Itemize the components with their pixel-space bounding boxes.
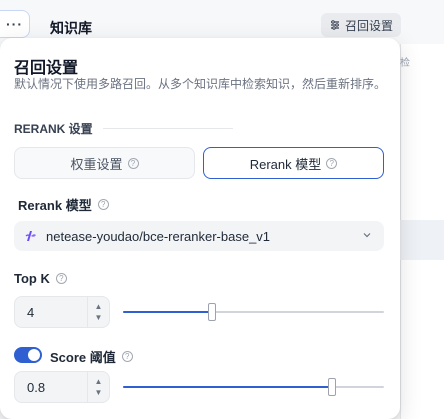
decrement-icon[interactable]: ▼ <box>95 387 103 398</box>
help-icon[interactable]: ? <box>55 273 67 284</box>
slider-fill <box>123 311 212 313</box>
right-panel-row <box>400 220 444 260</box>
score-threshold-value: 0.8 <box>27 379 46 395</box>
score-threshold-toggle[interactable] <box>14 347 42 363</box>
rerank-model-label: Rerank 模型 <box>18 198 92 213</box>
help-icon[interactable]: ? <box>326 157 338 169</box>
top-k-value: 4 <box>27 304 35 320</box>
recall-settings-popover: 召回设置 默认情况下使用多路召回。从多个知识库中检索知识，然后重新排序。 RER… <box>0 38 400 419</box>
rerank-model-value: netease-youdao/bce-reranker-base_v1 <box>46 228 271 244</box>
rerank-model-select[interactable]: netease-youdao/bce-reranker-base_v1 <box>14 221 384 251</box>
recall-settings-label: 召回设置 <box>345 18 394 33</box>
top-k-label: Top K <box>14 271 50 286</box>
slider-fill <box>123 386 332 388</box>
page-title: 知识库 <box>50 20 92 36</box>
increment-icon[interactable]: ▲ <box>95 376 103 387</box>
model-provider-logo-icon <box>25 231 36 241</box>
top-k-stepper: ▲ ▼ <box>87 297 109 327</box>
score-threshold-input[interactable]: 0.8 ▲ ▼ <box>14 371 110 403</box>
slider-thumb[interactable] <box>327 378 336 396</box>
top-k-slider[interactable] <box>123 303 384 321</box>
top-k-input[interactable]: 4 ▲ ▼ <box>14 296 110 328</box>
help-icon[interactable]: ? <box>121 351 133 362</box>
section-divider <box>102 128 233 129</box>
rerank-section-header: RERANK 设置 <box>14 120 384 137</box>
rerank-model-label-row: Rerank 模型 ? <box>18 195 109 214</box>
recall-settings-icon <box>331 20 339 30</box>
more-icon: ··· <box>6 16 23 32</box>
more-button[interactable]: ··· <box>0 10 30 38</box>
decrement-icon[interactable]: ▼ <box>95 312 103 323</box>
rerank-model-option-label: Rerank 模型 <box>249 156 322 172</box>
chevron-down-icon <box>363 233 371 238</box>
score-stepper: ▲ ▼ <box>87 372 109 402</box>
toggle-knob <box>28 349 40 361</box>
slider-thumb[interactable] <box>207 303 216 321</box>
help-icon[interactable]: ? <box>97 199 109 210</box>
rerank-model-option[interactable]: Rerank 模型 ? <box>203 147 384 179</box>
popover-title: 召回设置 <box>14 60 79 77</box>
help-icon[interactable]: ? <box>127 157 139 169</box>
score-threshold-slider[interactable] <box>123 378 384 396</box>
popover-description: 默认情况下使用多路召回。从多个知识库中检索知识，然后重新排序。 <box>14 77 387 91</box>
right-panel-text: 检 <box>400 58 410 69</box>
weight-settings-option[interactable]: 权重设置 ? <box>14 147 195 179</box>
recall-settings-button[interactable]: 召回设置 <box>321 13 402 37</box>
score-label-row: Score 阈值 ? <box>50 347 133 366</box>
score-threshold-label: Score 阈值 <box>50 350 116 365</box>
top-k-label-row: Top K ? <box>14 271 67 286</box>
rerank-section-label: RERANK 设置 <box>14 122 93 136</box>
weight-settings-label: 权重设置 <box>70 156 123 172</box>
increment-icon[interactable]: ▲ <box>95 301 103 312</box>
